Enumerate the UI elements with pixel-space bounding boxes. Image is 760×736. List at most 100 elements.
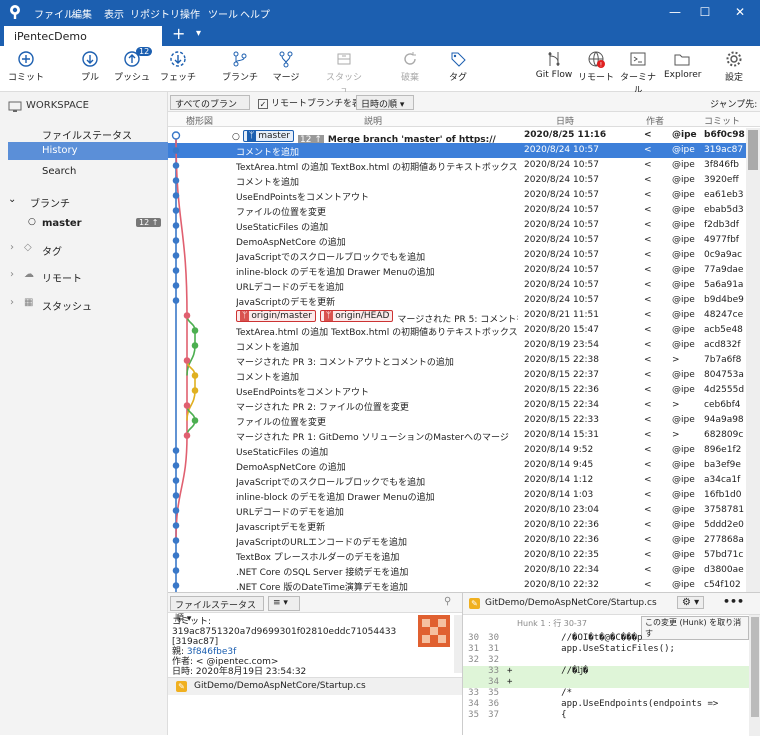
- toolbar-button-push[interactable]: プッシュ12: [114, 50, 150, 83]
- diff-line-context[interactable]: 3436 app.UseEndpoints(endpoints =>: [463, 699, 749, 710]
- commit-row[interactable]: inline-block のデモを追加 Drawer Menuの追加2020/8…: [168, 263, 746, 278]
- commit-row[interactable]: .NET Core のSQL Server 接続デモを追加2020/8/10 2…: [168, 563, 746, 578]
- commit-column-header[interactable]: コミット: [704, 114, 740, 127]
- menu-item[interactable]: 編集: [72, 6, 92, 21]
- tab-dropdown-button[interactable]: ▾: [196, 28, 201, 39]
- commit-row[interactable]: DemoAspNetCore の追加2020/8/14 9:45<@ipeba3…: [168, 458, 746, 473]
- commit-row[interactable]: マージされた PR 1: GitDemo ソリューションのMasterへのマージ…: [168, 428, 746, 443]
- diff-scrollbar[interactable]: [749, 615, 760, 736]
- sidebar-section-tags[interactable]: › ◇ タグ: [0, 240, 168, 258]
- commit-message: TextArea.html の追加 TextBox.html の初期値ありテキス…: [236, 163, 518, 173]
- commit-row[interactable]: ファイルの位置を変更2020/8/24 10:57<@ipeebab5d3: [168, 203, 746, 218]
- close-button[interactable]: ✕: [725, 2, 755, 22]
- commit-row[interactable]: TextBox プレースホルダーのデモを追加2020/8/10 22:35<@i…: [168, 548, 746, 563]
- branch-filter-dropdown[interactable]: すべてのブランチ ▾: [170, 95, 250, 110]
- commit-row[interactable]: DemoAspNetCore の追加2020/8/24 10:57<@ipe49…: [168, 233, 746, 248]
- menu-item[interactable]: ファイル: [34, 6, 74, 21]
- commit-hash[interactable]: 319ac8751320a7d9699301f02810eddc71054433: [172, 627, 414, 637]
- toolbar-button-fetch[interactable]: フェッチ: [160, 50, 196, 83]
- toolbar-button-settings[interactable]: 設定: [716, 50, 752, 83]
- commit-row[interactable]: マージされた PR 3: コメントアウトとコメントの追加2020/8/15 22…: [168, 353, 746, 368]
- sidebar-section-stashes[interactable]: › ▦ スタッシュ: [0, 295, 168, 313]
- diff-line-context[interactable]: 3335 /*: [463, 688, 749, 699]
- toolbar-button-remote[interactable]: !リモート: [578, 50, 614, 83]
- details-scrollbar[interactable]: [454, 615, 462, 673]
- toolbar-button-discard[interactable]: 破棄: [392, 50, 428, 83]
- sidebar-item-search[interactable]: Search: [0, 163, 168, 181]
- diff-line-added[interactable]: 33+ //�ǉ�: [463, 666, 749, 677]
- repo-tab[interactable]: iPentecDemo: [4, 26, 162, 46]
- toolbar-button-commit[interactable]: コミット: [8, 50, 44, 83]
- commit-row[interactable]: UseEndPointsをコメントアウト2020/8/24 10:57<@ipe…: [168, 188, 746, 203]
- date-column-header[interactable]: 日時: [556, 114, 574, 127]
- view-mode-dropdown[interactable]: ≡ ▾: [268, 596, 300, 611]
- commit-row[interactable]: コメントを追加2020/8/24 10:57<@ipe319ac87: [168, 143, 746, 158]
- more-options-icon[interactable]: •••: [723, 595, 744, 608]
- commit-row[interactable]: マージされた PR 2: ファイルの位置を変更2020/8/15 22:34<>…: [168, 398, 746, 413]
- menu-item[interactable]: ヘルプ: [240, 6, 270, 21]
- show-remote-checkbox[interactable]: ✓リモートブランチを表示: [258, 96, 370, 109]
- commit-row[interactable]: URLデコードのデモを追加2020/8/24 10:57<@ipe5a6a91a: [168, 278, 746, 293]
- new-tab-button[interactable]: +: [172, 24, 185, 43]
- maximize-button[interactable]: ☐: [690, 2, 720, 22]
- commit-row[interactable]: UseEndPointsをコメントアウト2020/8/15 22:36<@ipe…: [168, 383, 746, 398]
- commit-row[interactable]: UseStaticFiles の追加2020/8/14 9:52<@ipe896…: [168, 443, 746, 458]
- repo-tab-title: iPentecDemo: [14, 30, 87, 43]
- commit-row[interactable]: コメントを追加2020/8/15 22:37<@ipe804753a: [168, 368, 746, 383]
- diff-line-context[interactable]: 3131 app.UseStaticFiles();: [463, 644, 749, 655]
- commit-row[interactable]: inline-block のデモを追加 Drawer Menuの追加2020/8…: [168, 488, 746, 503]
- sidebar-section-remotes[interactable]: › ☁ リモート: [0, 267, 168, 285]
- commit-row[interactable]: ファイルの位置を変更2020/8/15 22:33<@ipe94a9a98: [168, 413, 746, 428]
- jump-to-label[interactable]: ジャンプ先:: [710, 97, 757, 110]
- scrollbar-thumb[interactable]: [751, 617, 759, 717]
- diff-line-context[interactable]: 3232: [463, 655, 749, 666]
- commit-row[interactable]: JavaScriptでのスクロールブロックでもを追加2020/8/24 10:5…: [168, 248, 746, 263]
- toolbar-button-merge[interactable]: マージ: [268, 50, 304, 83]
- history-scrollbar[interactable]: [746, 128, 760, 592]
- commit-row[interactable]: ᛘorigin/masterᛘorigin/HEADマージされた PR 5: コ…: [168, 308, 746, 323]
- menu-item[interactable]: 表示: [104, 6, 124, 21]
- menu-item[interactable]: 操作: [180, 6, 200, 21]
- commit-row[interactable]: TextArea.html の追加 TextBox.html の初期値ありテキス…: [168, 158, 746, 173]
- description-column-header[interactable]: 説明: [364, 114, 382, 127]
- commit-row[interactable]: .NET Core 版のDateTime演算デモを追加2020/8/10 22:…: [168, 578, 746, 592]
- toolbar-button-gitflow[interactable]: Git Flow: [534, 50, 574, 80]
- diff-line-context[interactable]: 3030 //�OI�t�@�C���p: [463, 633, 749, 644]
- toolbar-button-explorer[interactable]: Explorer: [664, 50, 700, 80]
- diff-line-added[interactable]: 34+: [463, 677, 749, 688]
- commit-row[interactable]: URLデコードのデモを追加2020/8/10 23:04<@ipe3758781: [168, 503, 746, 518]
- commit-row[interactable]: Javascriptデモを更新2020/8/10 22:36<@ipe5ddd2…: [168, 518, 746, 533]
- graph-column-header[interactable]: 樹形図: [186, 114, 213, 127]
- file-sort-dropdown[interactable]: ファイルステータス順 ▾: [170, 596, 264, 611]
- commit-author-email: @ipe: [672, 280, 700, 290]
- commit-row[interactable]: ○ᛘmaster12 ↑Merge branch 'master' of htt…: [168, 128, 746, 143]
- sidebar-item-master[interactable]: ○ master 12 ↑: [0, 215, 168, 233]
- commit-row[interactable]: コメントを追加2020/8/24 10:57<@ipe3920eff: [168, 173, 746, 188]
- toolbar-button-stash[interactable]: スタッシュ: [326, 50, 362, 96]
- commit-row[interactable]: JavaScriptのデモを更新2020/8/24 10:57<@ipeb9d4…: [168, 293, 746, 308]
- menu-item[interactable]: ツール: [208, 6, 238, 21]
- author-column-header[interactable]: 作者: [646, 114, 664, 127]
- menu-item[interactable]: リポジトリ: [130, 6, 180, 21]
- scrollbar-thumb[interactable]: [748, 130, 758, 170]
- commit-row[interactable]: UseStaticFiles の追加2020/8/24 10:57<@ipef2…: [168, 218, 746, 233]
- old-line-number: 35: [465, 710, 479, 721]
- search-icon[interactable]: ⚲: [444, 596, 451, 607]
- sidebar-item-file-status[interactable]: ファイルステータス: [0, 124, 168, 142]
- diff-line-context[interactable]: 3537 {: [463, 710, 749, 721]
- gear-icon[interactable]: ⚙ ▾: [677, 596, 704, 609]
- sidebar-item-history[interactable]: History: [8, 142, 168, 160]
- toolbar-button-tag[interactable]: タグ: [440, 50, 476, 83]
- sidebar-section-branches[interactable]: ⌄ ブランチ: [0, 192, 168, 210]
- order-dropdown[interactable]: 日時の順 ▾: [356, 95, 414, 110]
- commit-row[interactable]: JavaScriptのURLエンコードのデモを追加2020/8/10 22:36…: [168, 533, 746, 548]
- commit-row[interactable]: JavaScriptでのスクロールブロックでもを追加2020/8/14 1:12…: [168, 473, 746, 488]
- toolbar-button-terminal[interactable]: ターミナル: [620, 50, 656, 96]
- toolbar-button-pull[interactable]: プル: [72, 50, 108, 83]
- parent-link[interactable]: 3f846fbe3f: [187, 647, 236, 657]
- commit-row[interactable]: コメントを追加2020/8/19 23:54<@ipeacd832f: [168, 338, 746, 353]
- toolbar-button-branch[interactable]: ブランチ: [222, 50, 258, 83]
- commit-row[interactable]: TextArea.html の追加 TextBox.html の初期値ありテキス…: [168, 323, 746, 338]
- changed-file-row[interactable]: ✎ GitDemo/DemoAspNetCore/Startup.cs: [168, 677, 462, 695]
- minimize-button[interactable]: —: [660, 2, 690, 22]
